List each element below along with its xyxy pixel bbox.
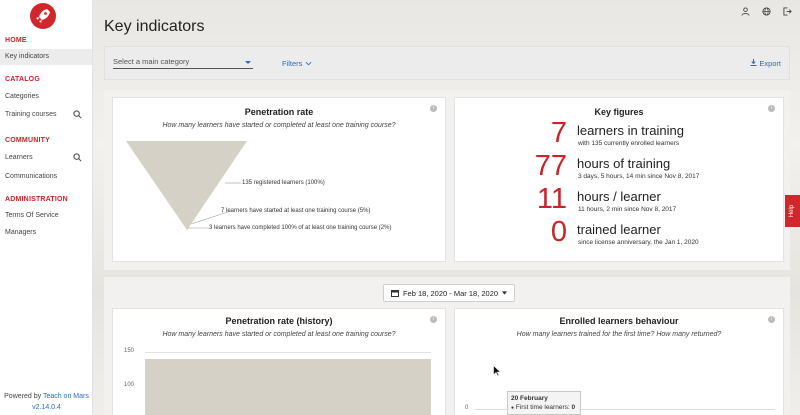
nav-item-communications[interactable]: Communications: [0, 169, 92, 185]
mouse-cursor-icon: [493, 365, 501, 377]
key-figure-row: 0 trained learner since license annivers…: [455, 216, 783, 254]
behaviour-subtitle: How many learners trained for the first …: [516, 331, 722, 338]
y-axis-tick: 100: [124, 382, 135, 388]
key-figure-label: hours of training: [577, 156, 671, 171]
nav-item-training-courses[interactable]: Training courses: [0, 107, 92, 123]
tooltip-value: 0: [571, 404, 576, 411]
key-figure-row: 11 hours / learner 11 hours, 2 min since…: [455, 183, 783, 221]
key-figure-detail: since license anniversary, the Jan 1, 20…: [578, 239, 699, 246]
history-subtitle: How many learners have started or comple…: [162, 331, 396, 338]
behaviour-card: Enrolled learners behaviour i How many l…: [454, 308, 784, 415]
calendar-icon: [390, 290, 399, 297]
chevron-down-icon: [305, 61, 311, 66]
nav-item-key-indicators[interactable]: Key indicators: [0, 49, 92, 65]
chart-tooltip: 20 February ● First time learners: 0: [507, 391, 581, 415]
nav-item-terms-of-service[interactable]: Terms Of Service: [0, 208, 92, 224]
main-category-select[interactable]: Select a main category: [113, 57, 253, 69]
main-category-placeholder: Select a main category: [113, 57, 190, 66]
behaviour-title: Enrolled learners behaviour: [559, 316, 679, 326]
rocket-icon: [36, 9, 50, 23]
key-figure-label: trained learner: [577, 222, 661, 237]
powered-brand-link[interactable]: Teach on Mars: [43, 393, 89, 400]
key-figure-number: 77: [534, 150, 567, 182]
nav-item-label: Key indicators: [5, 53, 49, 60]
date-range-label: Feb 18, 2020 - Mar 18, 2020: [402, 288, 499, 298]
logout-icon[interactable]: [781, 5, 793, 17]
key-figure-row: 7 learners in training with 135 currentl…: [455, 117, 783, 155]
filter-toolbar: Select a main category Filters Export: [104, 46, 790, 80]
bullet-icon: ●: [511, 405, 515, 411]
info-icon[interactable]: i: [768, 105, 775, 112]
penetration-history-card: Penetration rate (history) i How many le…: [112, 308, 446, 415]
nav-item-label: Terms Of Service: [5, 212, 59, 219]
nav-item-label: Training courses: [5, 111, 57, 118]
funnel-label-started: 7 learners have started at least one tra…: [221, 208, 371, 214]
nav-section-administration: ADMINISTRATION: [5, 196, 68, 203]
filters-button[interactable]: Filters: [282, 59, 312, 68]
key-figure-label: learners in training: [577, 123, 684, 138]
key-figure-number: 7: [550, 117, 567, 149]
nav-section-community: COMMUNITY: [5, 137, 50, 144]
key-figure-detail: with 135 currently enrolled learners: [578, 140, 680, 147]
key-figure-detail: 11 hours, 2 min since Nov 8, 2017: [578, 206, 677, 213]
key-figures-card: Key figures i 7 learners in training wit…: [454, 97, 784, 262]
nav-item-categories[interactable]: Categories: [0, 89, 92, 105]
export-label: Export: [759, 59, 781, 68]
nav-item-managers[interactable]: Managers: [0, 225, 92, 241]
search-icon[interactable]: [73, 110, 82, 119]
key-figure-detail: 3 days, 5 hours, 14 min since Nov 8, 201…: [578, 173, 700, 180]
search-icon[interactable]: [73, 153, 82, 162]
nav-item-label: Communications: [5, 173, 58, 180]
nav-item-label: Categories: [5, 93, 39, 100]
history-title: Penetration rate (history): [225, 316, 333, 326]
page-title: Key indicators: [104, 18, 205, 35]
penetration-title: Penetration rate: [244, 107, 314, 117]
nav-section-catalog: CATALOG: [5, 76, 40, 83]
version-label: v2.14.0.4: [32, 404, 61, 411]
nav-item-label: Managers: [5, 229, 37, 236]
powered-by: Powered by Teach on Mars: [0, 393, 93, 400]
funnel-label-completed: 3 learners have completed 100% of at lea…: [209, 225, 392, 231]
export-button[interactable]: Export: [750, 59, 781, 68]
sidebar: HOME Key indicators CATALOG Categories T…: [0, 0, 93, 415]
key-figure-label: hours / learner: [577, 189, 661, 204]
gridline: [145, 352, 431, 353]
funnel-shape: [126, 141, 247, 230]
tooltip-row: ● First time learners: 0: [511, 404, 577, 411]
key-figures-title: Key figures: [594, 107, 644, 117]
tooltip-label: First time learners:: [515, 404, 570, 411]
help-tab-label: Help: [789, 204, 796, 218]
tooltip-date: 20 February: [511, 395, 548, 402]
key-figure-number: 0: [550, 216, 567, 248]
teach-on-mars-logo[interactable]: [30, 3, 56, 29]
funnel-label-registered: 135 registered learners (100%): [242, 180, 325, 186]
y-axis-tick: 150: [124, 348, 135, 354]
penetration-subtitle: How many learners have started or comple…: [162, 122, 396, 129]
history-area: [145, 359, 431, 415]
penetration-funnel: [126, 141, 247, 230]
nav-item-learners[interactable]: Learners: [0, 150, 92, 166]
info-icon[interactable]: i: [430, 105, 437, 112]
caret-down-icon: [245, 61, 251, 64]
download-icon: [750, 59, 757, 67]
globe-icon[interactable]: [760, 5, 772, 17]
info-icon[interactable]: i: [768, 316, 775, 323]
help-tab[interactable]: Help: [785, 195, 800, 227]
y-axis-tick: 0: [465, 405, 469, 411]
caret-down-icon: [502, 291, 508, 295]
filters-label: Filters: [282, 59, 303, 68]
penetration-card: Penetration rate i How many learners hav…: [112, 97, 446, 262]
date-range-picker[interactable]: Feb 18, 2020 - Mar 18, 2020: [383, 284, 515, 302]
key-figure-row: 77 hours of training 3 days, 5 hours, 14…: [455, 150, 783, 188]
user-icon[interactable]: [739, 5, 751, 17]
nav-section-home: HOME: [5, 37, 27, 44]
key-figure-number: 11: [536, 183, 567, 215]
nav-item-label: Learners: [5, 154, 33, 161]
info-icon[interactable]: i: [430, 316, 437, 323]
powered-prefix: Powered by: [4, 393, 43, 400]
